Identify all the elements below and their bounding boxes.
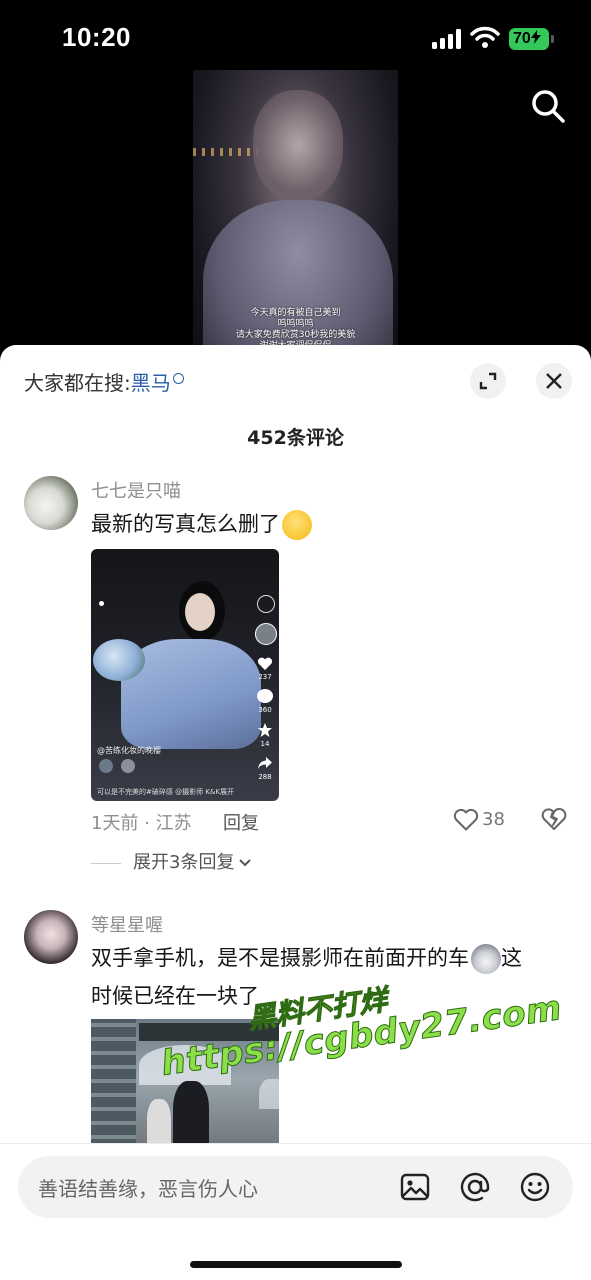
comment-text-content: 最新的写真怎么删了 (91, 512, 280, 536)
status-time: 10:20 (62, 22, 131, 52)
video-caption-line: 请大家免费欣赏30秒我的美貌 (235, 330, 356, 340)
comment-sheet: 大家都在搜:黑马 452条评论 七七是只喵 最新的写真怎么删了 237 360 (0, 345, 591, 1280)
avatar[interactable] (24, 910, 78, 964)
video-player[interactable]: 今天真的有被自己美到 呜呜呜呜 请大家免费欣赏30秒我的美貌 谢谢大家调侃侃侃 (0, 70, 591, 360)
photo-figure-face (185, 593, 215, 631)
battery-cap (551, 35, 554, 43)
search-icon[interactable] (528, 86, 568, 126)
video-frame[interactable]: 今天真的有被自己美到 呜呜呜呜 请大家免费欣赏30秒我的美貌 谢谢大家调侃侃侃 (193, 70, 398, 360)
wifi-icon (470, 26, 500, 48)
status-bar: 10:20 70 (0, 0, 591, 78)
divider (91, 862, 121, 864)
photo-small-avatar (99, 759, 113, 773)
trending-prefix: 大家都在搜: (24, 371, 131, 395)
photo-bouquet (93, 639, 145, 681)
author-avatar-small (255, 623, 277, 645)
expand-sheet-button[interactable] (470, 363, 506, 399)
home-indicator (190, 1261, 402, 1268)
close-sheet-button[interactable] (536, 363, 572, 399)
battery-indicator: 70 (509, 28, 549, 50)
search-small-icon (172, 373, 184, 384)
smirk-emoji-icon (282, 510, 312, 540)
photo-building (91, 1019, 136, 1149)
comment-count: 452条评论 (247, 427, 344, 449)
star-small-icon (258, 723, 272, 737)
photo-dot (99, 601, 104, 606)
trending-keyword[interactable]: 黑马 (131, 371, 171, 395)
expand-icon (479, 372, 497, 390)
comment-meta: 1天前 · 江苏 (91, 813, 192, 834)
expand-replies-button[interactable]: 展开3条回复 (91, 848, 252, 874)
comment-bubble-small-icon (257, 689, 273, 703)
avatar[interactable] (24, 476, 78, 530)
dislike-icon[interactable] (541, 807, 567, 833)
video-caption-line: 今天真的有被自己美到 (250, 308, 341, 318)
heart-icon[interactable] (453, 808, 479, 832)
heart-small-icon (257, 657, 273, 670)
close-icon (546, 373, 562, 389)
comment-username[interactable]: 等星星喔 (91, 911, 163, 937)
image-icon[interactable] (398, 1170, 432, 1204)
reply-button[interactable]: 回复 (223, 809, 259, 835)
video-person-face (253, 90, 343, 200)
comment-photo[interactable]: 237 360 14 288 @苦练化妆的晚樱 可以是不完美的#破碎感 @摄影师… (91, 549, 279, 801)
comment-text: 最新的写真怎么删了 (91, 505, 312, 543)
mention-icon[interactable] (458, 1170, 492, 1204)
like-count: 38 (482, 809, 505, 830)
chevron-down-icon (239, 859, 252, 867)
comment-input[interactable]: 善语结善缘，恶言伤人心 (18, 1156, 573, 1218)
share-small-icon (258, 757, 272, 769)
photo-favorite-count: 14 (260, 740, 270, 748)
comment-text-content: 双手拿手机，是不是摄影师在前面开的车 (91, 946, 469, 970)
photo-small-avatar (121, 759, 135, 773)
comment-input-placeholder: 善语结善缘，恶言伤人心 (38, 1177, 258, 1201)
comment-input-bar: 善语结善缘，恶言伤人心 (0, 1143, 591, 1280)
expand-replies-label: 展开3条回复 (133, 852, 235, 873)
share-reply-icon (257, 595, 275, 613)
photo-author: @苦练化妆的晚樱 (97, 746, 161, 755)
battery-level: 70 (513, 30, 531, 47)
photo-caption: 可以是不完美的#破碎感 @摄影师 K&K展开 (97, 788, 234, 796)
emoji-icon[interactable] (518, 1170, 552, 1204)
comment-username[interactable]: 七七是只喵 (91, 477, 181, 503)
video-caption-line: 呜呜呜呜 (277, 319, 314, 329)
charging-bolt-icon (530, 30, 541, 44)
photo-comment-count: 360 (258, 706, 272, 714)
cellular-signal-icon (432, 29, 462, 49)
photo-like-count: 237 (258, 673, 272, 681)
trending-search[interactable]: 大家都在搜:黑马 (24, 367, 184, 396)
photo-share-count: 288 (258, 773, 272, 781)
